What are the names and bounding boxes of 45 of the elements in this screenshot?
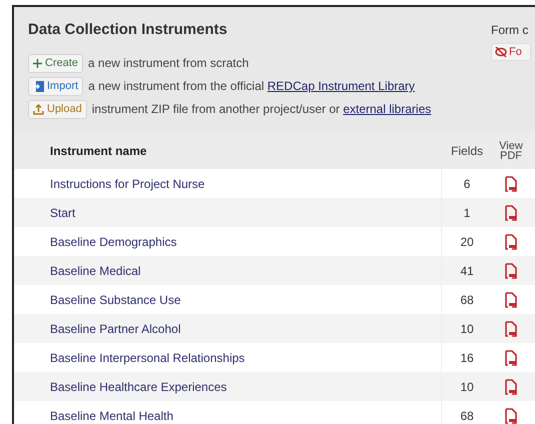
column-header: Instrument name <box>49 142 148 160</box>
pdf-file-icon[interactable] <box>505 292 517 308</box>
pdf-file-icon[interactable] <box>505 176 517 192</box>
form-toggle-button[interactable]: Fo <box>491 43 531 61</box>
instrument-link[interactable]: Baseline Healthcare Experiences <box>50 378 227 396</box>
action-description: a new instrument from the official REDCap Instrument Library <box>88 78 415 95</box>
instrument-link[interactable]: Baseline Interpersonal Relationships <box>50 348 245 366</box>
column-header: View PDF <box>498 140 524 160</box>
fields-count: 1 <box>462 204 472 222</box>
pdf-file-icon[interactable] <box>505 204 517 220</box>
instrument-link[interactable]: Baseline Substance Use <box>50 290 181 308</box>
pdf-file-icon[interactable] <box>505 262 517 278</box>
library-link[interactable]: external libraries <box>343 102 432 116</box>
fields-count: 16 <box>459 350 475 366</box>
fields-count: 20 <box>459 234 475 250</box>
pdf-file-icon[interactable] <box>505 378 517 394</box>
fields-count: 68 <box>459 292 475 308</box>
fields-count: 41 <box>459 262 475 280</box>
column-header: Fields <box>450 142 484 160</box>
instrument-link[interactable]: Baseline Medical <box>50 262 141 280</box>
instrument-link[interactable]: Instructions for Project Nurse <box>50 174 205 192</box>
instrument-link[interactable]: Start <box>50 204 76 222</box>
fields-count: 10 <box>459 320 475 338</box>
upload-icon <box>33 104 44 114</box>
panel-title: Data Collection Instruments <box>28 20 228 40</box>
upload-button[interactable]: Upload <box>28 100 87 118</box>
create-button[interactable]: Create <box>28 54 84 72</box>
library-link[interactable]: REDCap Instrument Library <box>267 79 415 93</box>
fields-count: 6 <box>462 176 472 192</box>
pdf-file-icon[interactable] <box>505 408 517 424</box>
instrument-link[interactable]: Baseline Mental Health <box>50 406 174 424</box>
instrument-link[interactable]: Baseline Partner Alcohol <box>50 320 181 338</box>
fields-count: 68 <box>459 408 475 424</box>
fields-count: 10 <box>459 378 475 396</box>
plus-icon <box>33 58 42 68</box>
pdf-file-icon[interactable] <box>505 320 517 336</box>
action-description: a new instrument from scratch <box>88 55 249 72</box>
pdf-file-icon[interactable] <box>505 350 517 366</box>
eye-slash-icon <box>495 47 507 57</box>
instrument-link[interactable]: Baseline Demographics <box>50 232 177 250</box>
pdf-file-icon[interactable] <box>505 234 517 250</box>
import-button[interactable]: Import <box>28 76 84 96</box>
side-label: Form c <box>491 22 528 39</box>
import-file-icon <box>33 80 44 92</box>
action-description: instrument ZIP file from another project/user or external libraries <box>92 101 432 118</box>
